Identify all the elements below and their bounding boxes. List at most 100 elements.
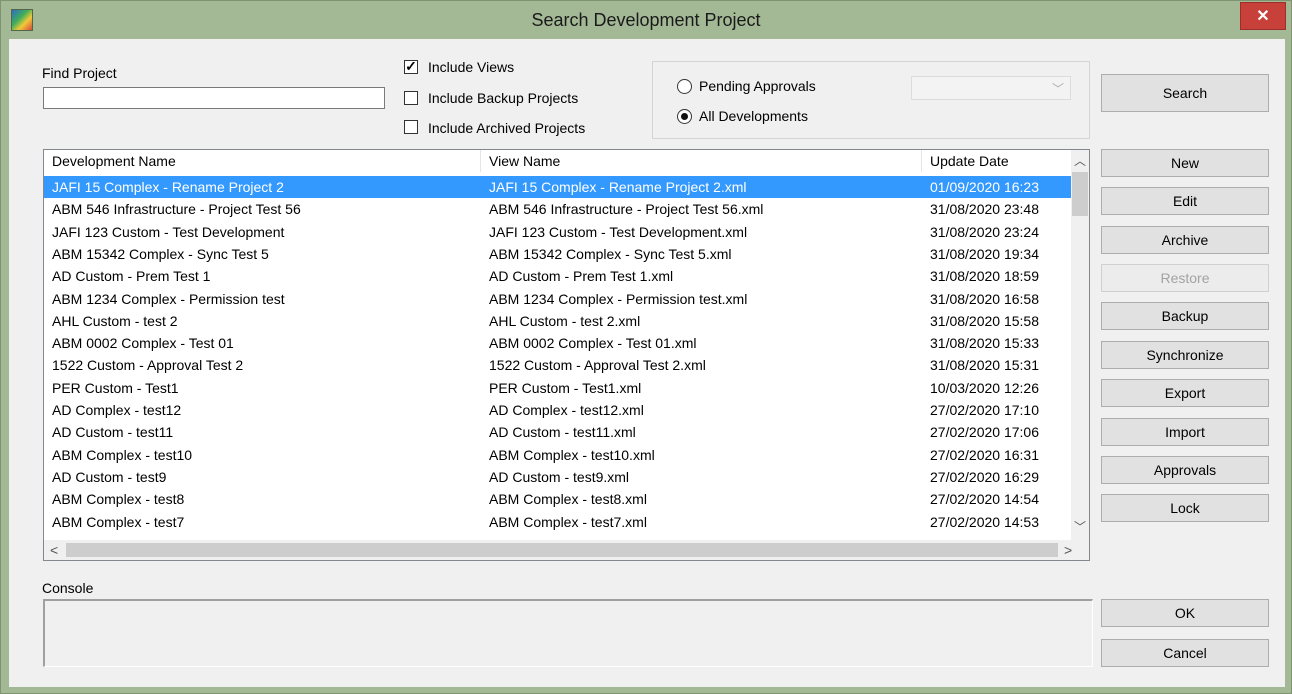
cell-development-name: ABM Complex - test7 bbox=[52, 513, 185, 530]
table-row[interactable]: JAFI 123 Custom - Test Development JAFI 1… bbox=[44, 221, 1071, 243]
import-button[interactable]: Import bbox=[1101, 418, 1269, 446]
filter-group: Pending Approvals All Developments ﹀ bbox=[652, 61, 1090, 139]
cell-view-name: JAFI 123 Custom - Test Development.xml bbox=[489, 223, 748, 240]
cell-update-date: 01/09/2020 16:23 bbox=[930, 179, 1039, 195]
pending-approvals-radio[interactable] bbox=[677, 79, 692, 94]
cell-development-name: AD Custom - test11 bbox=[52, 424, 174, 441]
scroll-up-icon[interactable]: ︿ bbox=[1074, 152, 1086, 169]
cell-update-date: 31/08/2020 23:24 bbox=[930, 223, 1039, 240]
dialog-client-area: Find Project ✓ Include Views Include Bac… bbox=[9, 39, 1285, 687]
table-row[interactable]: AHL Custom - test 2 AHL Custom - test 2.x… bbox=[44, 310, 1071, 332]
filter-combobox[interactable]: ﹀ bbox=[911, 76, 1071, 100]
projects-table: Development Name View Name Update Date J… bbox=[43, 149, 1090, 561]
include-archived-projects-checkbox[interactable] bbox=[404, 120, 418, 134]
vertical-scrollbar[interactable]: ︿ ﹀ bbox=[1071, 150, 1089, 540]
table-row[interactable]: 1522 Custom - Approval Test 2 1522 Custom… bbox=[44, 354, 1071, 376]
table-row[interactable]: AD Custom - test9 AD Custom - test9.xml 27… bbox=[44, 466, 1071, 488]
table-row[interactable]: ABM 1234 Complex - Permission test ABM 12… bbox=[44, 288, 1071, 310]
cell-view-name: ABM 15342 Complex - Sync Test 5.xml bbox=[489, 245, 732, 262]
cell-development-name: ABM 0002 Complex - Test 01 bbox=[52, 335, 234, 352]
cell-development-name: ABM 546 Infrastructure - Project Test 56 bbox=[52, 201, 301, 218]
table-row[interactable]: ABM 15342 Complex - Sync Test 5 ABM 15342… bbox=[44, 243, 1071, 265]
table-row[interactable]: ABM Complex - test7 ABM Complex - test7.x… bbox=[44, 511, 1071, 533]
find-project-label: Find Project bbox=[42, 65, 117, 81]
table-row[interactable]: PER Custom - Test1 PER Custom - Test1.xml… bbox=[44, 377, 1071, 399]
cell-development-name: ABM 1234 Complex - Permission test bbox=[52, 290, 285, 307]
cell-view-name: PER Custom - Test1.xml bbox=[489, 379, 642, 396]
lock-button[interactable]: Lock bbox=[1101, 494, 1269, 522]
edit-button[interactable]: Edit bbox=[1101, 187, 1269, 215]
column-header-update-date[interactable]: Update Date bbox=[922, 150, 1071, 172]
include-backup-projects-checkbox[interactable] bbox=[404, 91, 418, 105]
table-row[interactable]: ABM 0002 Complex - Test 01 ABM 0002 Compl… bbox=[44, 332, 1071, 354]
cell-view-name: ABM Complex - test8.xml bbox=[489, 491, 647, 508]
title-bar[interactable]: Search Development Project ✕ bbox=[1, 1, 1291, 39]
cell-development-name: AD Custom - test9 bbox=[52, 468, 167, 485]
table-row[interactable]: AD Custom - test11 AD Custom - test11.xml… bbox=[44, 421, 1071, 443]
cell-view-name: AD Custom - Prem Test 1.xml bbox=[489, 268, 674, 285]
backup-button[interactable]: Backup bbox=[1101, 302, 1269, 330]
cell-update-date: 27/02/2020 14:53 bbox=[930, 513, 1039, 530]
approvals-button[interactable]: Approvals bbox=[1101, 456, 1269, 484]
horizontal-scroll-thumb[interactable] bbox=[66, 543, 1058, 557]
cell-update-date: 31/08/2020 15:31 bbox=[930, 357, 1039, 374]
search-button[interactable]: Search bbox=[1101, 74, 1269, 112]
all-developments-label: All Developments bbox=[699, 108, 808, 124]
table-row[interactable]: AD Complex - test12 AD Complex - test12.x… bbox=[44, 399, 1071, 421]
cell-view-name: ABM 1234 Complex - Permission test.xml bbox=[489, 290, 748, 307]
find-project-input[interactable] bbox=[43, 87, 385, 109]
cell-development-name: AD Complex - test12 bbox=[52, 402, 182, 418]
scroll-left-icon[interactable]: < bbox=[50, 542, 58, 558]
cell-view-name: JAFI 15 Complex - Rename Project 2.xml bbox=[489, 179, 747, 195]
pending-approvals-label: Pending Approvals bbox=[699, 78, 816, 94]
cell-view-name: ABM Complex - test10.xml bbox=[489, 446, 655, 463]
include-views-checkbox[interactable]: ✓ bbox=[404, 59, 418, 74]
table-body: JAFI 15 Complex - Rename Project 2 JAFI 1… bbox=[44, 176, 1071, 540]
cell-update-date: 27/02/2020 14:54 bbox=[930, 491, 1039, 508]
vertical-scroll-thumb[interactable] bbox=[1072, 172, 1088, 216]
cell-development-name: ABM 15342 Complex - Sync Test 5 bbox=[52, 245, 269, 262]
restore-button[interactable]: Restore bbox=[1101, 264, 1269, 292]
new-button[interactable]: New bbox=[1101, 149, 1269, 177]
ok-button[interactable]: OK bbox=[1101, 599, 1269, 627]
cell-development-name: 1522 Custom - Approval Test 2 bbox=[52, 357, 244, 374]
column-header-development-name[interactable]: Development Name bbox=[44, 150, 481, 172]
cell-view-name: AD Custom - test11.xml bbox=[489, 424, 636, 441]
horizontal-scrollbar[interactable]: < > bbox=[44, 540, 1089, 560]
scroll-down-icon[interactable]: ﹀ bbox=[1074, 518, 1086, 535]
cell-view-name: AD Custom - test9.xml bbox=[489, 468, 630, 485]
column-header-view-name[interactable]: View Name bbox=[481, 150, 922, 172]
cell-development-name: ABM Complex - test8 bbox=[52, 491, 185, 508]
table-row[interactable]: ABM Complex - test8 ABM Complex - test8.x… bbox=[44, 488, 1071, 510]
cell-view-name: ABM Complex - test7.xml bbox=[489, 513, 647, 530]
cell-update-date: 31/08/2020 15:58 bbox=[930, 312, 1039, 329]
all-developments-radio[interactable] bbox=[677, 109, 692, 124]
cell-view-name: AHL Custom - test 2.xml bbox=[489, 312, 641, 329]
cell-update-date: 31/08/2020 23:48 bbox=[930, 201, 1039, 218]
search-development-project-window: Search Development Project ✕ Find Projec… bbox=[0, 0, 1292, 694]
cell-development-name: JAFI 123 Custom - Test Development bbox=[52, 223, 285, 240]
cell-view-name: ABM 546 Infrastructure - Project Test 56… bbox=[489, 201, 764, 218]
table-row[interactable]: ABM Complex - test10 ABM Complex - test10… bbox=[44, 444, 1071, 466]
cancel-button[interactable]: Cancel bbox=[1101, 639, 1269, 667]
include-views-label: Include Views bbox=[428, 59, 515, 75]
cell-update-date: 31/08/2020 19:34 bbox=[930, 245, 1039, 262]
table-row[interactable]: ABM 546 Infrastructure - Project Test 56… bbox=[44, 198, 1071, 220]
console-label: Console bbox=[42, 580, 94, 596]
scroll-right-icon[interactable]: > bbox=[1064, 542, 1072, 558]
synchronize-button[interactable]: Synchronize bbox=[1101, 341, 1269, 369]
table-row[interactable]: AD Custom - Prem Test 1 AD Custom - Prem … bbox=[44, 265, 1071, 287]
console-output[interactable] bbox=[43, 599, 1093, 667]
cell-update-date: 31/08/2020 16:58 bbox=[930, 290, 1039, 307]
cell-development-name: JAFI 15 Complex - Rename Project 2 bbox=[52, 179, 284, 195]
cell-update-date: 31/08/2020 18:59 bbox=[930, 268, 1039, 285]
cell-update-date: 27/02/2020 17:10 bbox=[930, 402, 1039, 418]
cell-update-date: 27/02/2020 16:31 bbox=[930, 446, 1039, 463]
archive-button[interactable]: Archive bbox=[1101, 226, 1269, 254]
table-row[interactable]: JAFI 15 Complex - Rename Project 2 JAFI 1… bbox=[44, 176, 1071, 198]
chevron-down-icon: ﹀ bbox=[1052, 82, 1065, 96]
include-backup-projects-label: Include Backup Projects bbox=[428, 90, 579, 106]
export-button[interactable]: Export bbox=[1101, 379, 1269, 407]
close-button[interactable]: ✕ bbox=[1240, 2, 1286, 30]
cell-development-name: PER Custom - Test1 bbox=[52, 379, 179, 396]
